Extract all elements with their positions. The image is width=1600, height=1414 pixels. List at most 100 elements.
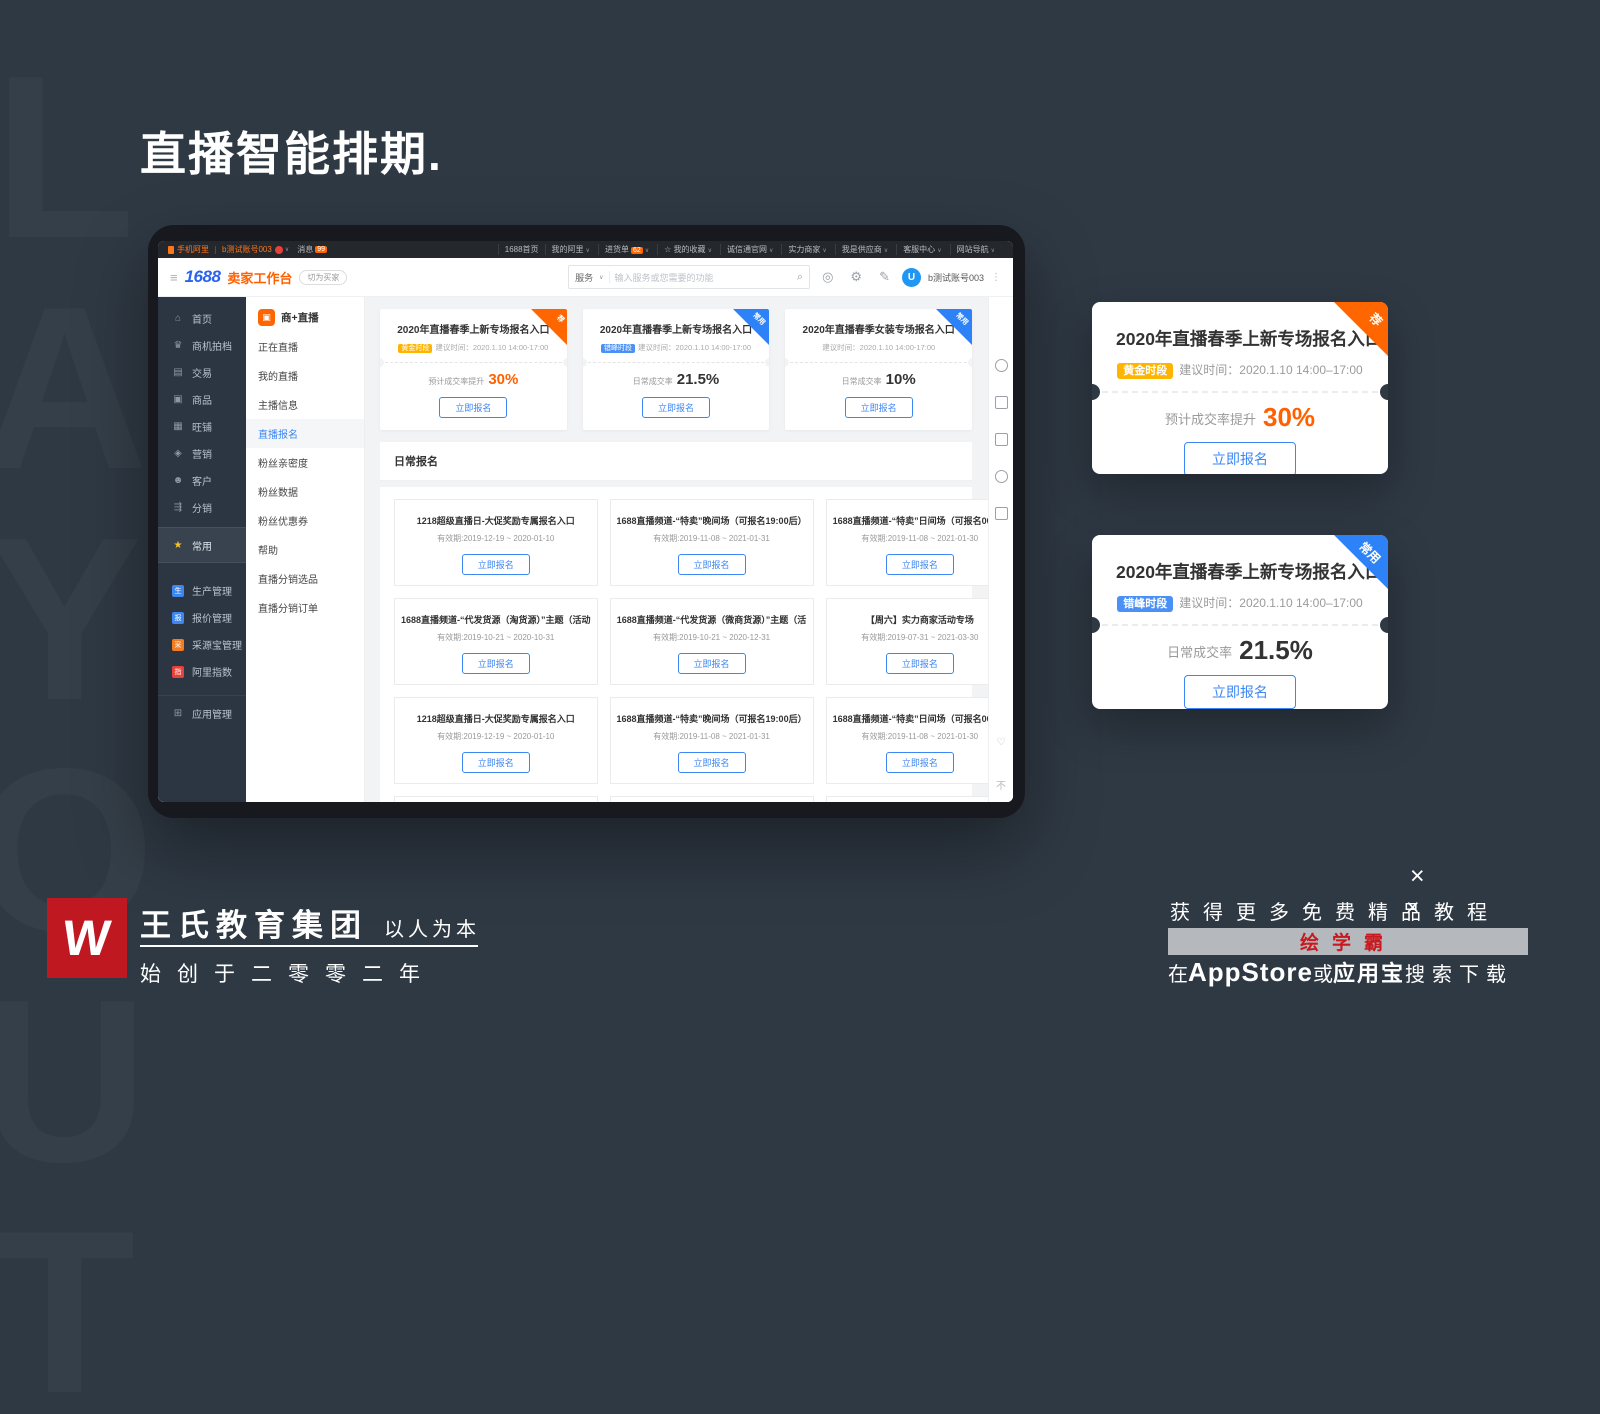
header-account-name[interactable]: b测试账号003 — [928, 271, 984, 284]
avatar[interactable]: U — [901, 267, 921, 287]
topbar-messages[interactable]: 消息 — [297, 244, 313, 255]
signup-button[interactable]: 立即报名 — [885, 653, 954, 674]
signup-button[interactable]: 立即报名 — [677, 653, 746, 674]
topbar-menu-purchase-list[interactable]: 进货单 62 ∨ — [597, 244, 657, 255]
signup-button[interactable]: 立即报名 — [461, 653, 530, 674]
signup-button[interactable]: 立即报名 — [885, 554, 954, 575]
topbar-menu-site-nav[interactable]: 网站导航 ∨ — [949, 244, 1003, 255]
signup-button[interactable]: 立即报名 — [461, 554, 530, 575]
customer-icon: ☻ — [172, 475, 184, 486]
browser-mockup: 手机阿里 b测试账号003 ∨ 消息 99 1688首页 我的阿里 ∨ 进货单 62… — [148, 225, 1025, 818]
menu-toggle-icon[interactable]: ≡ — [170, 270, 178, 285]
signup-button[interactable]: 立即报名 — [461, 752, 530, 773]
signup-button[interactable]: 立即报名 — [642, 397, 711, 418]
purchase-count-badge: 62 — [630, 247, 643, 254]
daily-card: 【周六】实力商家活动专场有效期:2019-07-31 ~ 2021-03-30立… — [825, 796, 988, 802]
sidebar-item-customer[interactable]: ☻ 客户 — [158, 467, 246, 494]
sidebar-item-partner[interactable]: ♛ 商机拍档 — [158, 332, 246, 359]
heart-icon[interactable]: ♡ — [997, 738, 1006, 748]
signup-button[interactable]: 立即报名 — [677, 752, 746, 773]
submenu-item-fan-coupon[interactable]: 粉丝优惠券 — [246, 506, 364, 535]
back-top-icon[interactable]: 不 — [996, 782, 1006, 792]
signup-button[interactable]: 立即报名 — [885, 752, 954, 773]
switch-to-buyer-button[interactable]: 切为买家 — [299, 269, 348, 285]
submenu-item-distribution-orders[interactable]: 直播分销订单 — [246, 593, 364, 622]
ticket-divider — [380, 358, 567, 367]
submenu-item-live-signup[interactable]: 直播报名 — [246, 419, 364, 448]
submenu-item-distribution-select[interactable]: 直播分销选品 — [246, 564, 364, 593]
sidebar-item-shop[interactable]: ▦ 旺铺 — [158, 413, 246, 440]
logo-1688[interactable]: 1688 — [185, 267, 221, 287]
callout-card-common: 常用 2020年直播春季上新专场报名入口 错峰时段 建议时间：2020.1.10 … — [1092, 535, 1388, 709]
ribbon-common: 常用 — [936, 309, 973, 345]
topbar-phone-link[interactable]: 手机阿里 — [177, 244, 209, 255]
ticket-divider — [1092, 617, 1388, 633]
sidebar-item-favorites[interactable]: ★ 常用 — [158, 527, 246, 563]
sidebar-item-caiyuanbao-mgmt[interactable]: 采采源宝管理 — [158, 631, 246, 658]
topbar-menu-chengxintong[interactable]: 诚信通官网 ∨ — [719, 244, 781, 255]
chevron-down-icon: ∨ — [284, 247, 290, 253]
sidebar-item-marketing[interactable]: ◈ 营销 — [158, 440, 246, 467]
message-count-badge: 99 — [315, 246, 327, 253]
search-box[interactable]: 服务 ∨ 输入服务或您需要的功能 ⌕ — [568, 265, 811, 289]
edit-icon[interactable]: ✎ — [879, 269, 890, 285]
sidebar: ⌂ 首页 ♛ 商机拍档 ▤ 交易 ▣ 商品 ▦ 旺铺 ◈ 营销 ☻ 客户 ⇶ 分销 ★ 常用 生生… — [158, 297, 246, 802]
chevron-down-icon: ∨ — [644, 248, 650, 254]
daily-card: 1688直播频道-“特卖”日间场（可报名00:11-有效期:2019-11-08… — [825, 697, 988, 784]
gear-icon[interactable]: ⚙ — [850, 269, 862, 285]
bell-icon[interactable] — [994, 470, 1008, 483]
topbar-menu-service-center[interactable]: 客服中心 ∨ — [896, 244, 949, 255]
more-icon[interactable]: ⋮ — [991, 272, 1001, 283]
phone-icon — [168, 245, 174, 254]
ali-index-icon: 指 — [172, 665, 184, 678]
sidebar-item-goods[interactable]: ▣ 商品 — [158, 386, 246, 413]
company-slogan: 以人为本 — [384, 919, 480, 941]
sidebar-item-trade[interactable]: ▤ 交易 — [158, 359, 246, 386]
submenu-item-fan-data[interactable]: 粉丝数据 — [246, 477, 364, 506]
signup-button[interactable]: 立即报名 — [844, 397, 913, 418]
star-icon: ☆ — [664, 245, 672, 254]
sidebar-item-quotation-mgmt[interactable]: 报报价管理 — [158, 604, 246, 631]
topbar-account[interactable]: b测试账号003 — [222, 244, 272, 255]
signup-button[interactable]: 立即报名 — [1184, 442, 1296, 474]
topbar-menu-supplier[interactable]: 我是供应商 ∨ — [834, 244, 896, 255]
document-icon[interactable] — [994, 507, 1008, 520]
daily-card: 1688直播频道-“特卖”日间场（可报名00:11-有效期:2019-11-08… — [825, 499, 988, 586]
daily-card: 1218超级直播日-大促奖励专属报名入口 有效期:2019-12-19 ~ 202… — [394, 499, 598, 586]
submenu-item-live-now[interactable]: 正在直播 — [246, 332, 364, 361]
topbar-menu-my-ali[interactable]: 我的阿里 ∨ — [544, 244, 598, 255]
goods-icon: ▣ — [173, 394, 183, 405]
info-icon[interactable] — [994, 359, 1008, 372]
chevron-down-icon: ∨ — [599, 274, 604, 281]
megaphone-icon[interactable] — [994, 433, 1008, 446]
production-icon: 生 — [172, 584, 184, 597]
live-app-icon: ▣ — [258, 309, 275, 326]
sidebar-item-ali-index[interactable]: 指阿里指数 — [158, 658, 246, 685]
bookmark-icon[interactable] — [994, 396, 1008, 409]
submenu-item-my-live[interactable]: 我的直播 — [246, 361, 364, 390]
sidebar-item-distribution[interactable]: ⇶ 分销 — [158, 494, 246, 521]
topbar-menu-favorites[interactable]: ☆ 我的收藏 ∨ — [657, 244, 720, 255]
topbar-menu-home[interactable]: 1688首页 — [497, 244, 545, 255]
metric-value: 30% — [1262, 402, 1316, 432]
ribbon-recommended: 荐 — [530, 309, 567, 345]
promo-card: 常用 2020年直播春季上新专场报名入口 错峰时段 建议时间：2020.1.10 … — [582, 309, 770, 430]
signup-button[interactable]: 立即报名 — [439, 397, 508, 418]
signup-button[interactable]: 立即报名 — [677, 554, 746, 575]
sidebar-item-app-mgmt[interactable]: ⊞ 应用管理 — [158, 695, 246, 727]
search-category[interactable]: 服务 — [575, 271, 593, 284]
app-name: 绘学霸 — [1299, 933, 1396, 954]
submenu-item-help[interactable]: 帮助 — [246, 535, 364, 564]
topbar-menu-strong-merchant[interactable]: 实力商家 ∨ — [781, 244, 834, 255]
notification-icon[interactable]: ◎ — [822, 269, 833, 285]
sidebar-item-home[interactable]: ⌂ 首页 — [158, 305, 246, 332]
search-icon[interactable]: ⌕ — [797, 271, 803, 284]
submenu-item-fan-intimacy[interactable]: 粉丝亲密度 — [246, 448, 364, 477]
promo-card: 荐 2020年直播春季上新专场报名入口 黄金时段 建议时间：2020.1.10 1… — [380, 309, 567, 430]
workbench-header: ≡ 1688 卖家工作台 切为买家 服务 ∨ 输入服务或您需要的功能 ⌕ ◎ ⚙… — [158, 258, 1013, 297]
search-input[interactable]: 输入服务或您需要的功能 — [614, 271, 792, 284]
sidebar-item-production-mgmt[interactable]: 生生产管理 — [158, 577, 246, 604]
submenu-item-anchor-info[interactable]: 主播信息 — [246, 390, 364, 419]
signup-button[interactable]: 立即报名 — [1184, 675, 1296, 709]
floating-toolbar: ♡ 不 — [988, 297, 1013, 802]
